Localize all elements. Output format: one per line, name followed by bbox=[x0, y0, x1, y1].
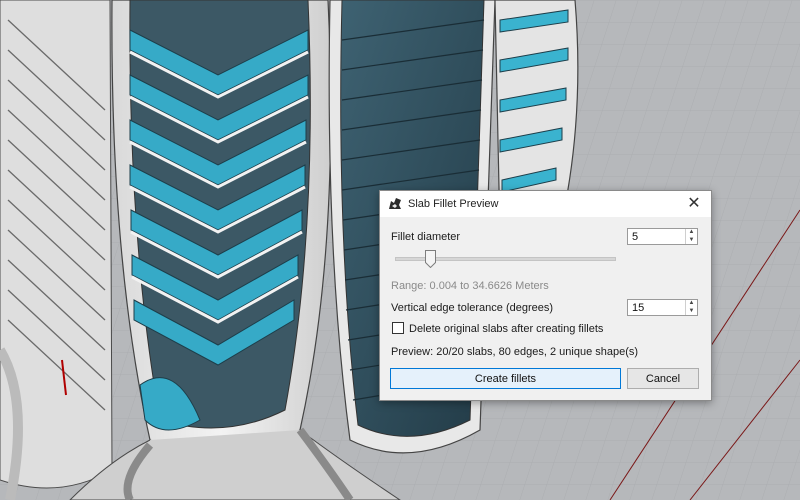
spin-up-icon[interactable]: ▲ bbox=[686, 300, 697, 307]
spin-down-icon[interactable]: ▼ bbox=[686, 237, 697, 244]
preview-status-text: Preview: 20/20 slabs, 80 edges, 2 unique… bbox=[391, 346, 639, 358]
fillet-diameter-stepper[interactable]: ▲ ▼ bbox=[627, 228, 698, 245]
spin-up-icon[interactable]: ▲ bbox=[686, 229, 697, 236]
vertical-tolerance-label: Vertical edge tolerance (degrees) bbox=[391, 302, 554, 314]
rhino-app-icon bbox=[389, 198, 401, 209]
slider-thumb-icon[interactable] bbox=[425, 250, 437, 268]
dialog-title: Slab Fillet Preview bbox=[408, 198, 499, 210]
delete-original-checkbox[interactable] bbox=[392, 322, 404, 334]
fillet-diameter-label: Fillet diameter bbox=[391, 231, 461, 243]
cancel-button[interactable]: Cancel bbox=[627, 368, 699, 389]
spin-down-icon[interactable]: ▼ bbox=[686, 308, 697, 315]
vertical-tolerance-stepper[interactable]: ▲ ▼ bbox=[627, 299, 698, 316]
range-text: Range: 0.004 to 34.6626 Meters bbox=[391, 280, 549, 292]
close-icon[interactable]: ✕ bbox=[685, 195, 703, 213]
delete-original-label: Delete original slabs after creating fil… bbox=[409, 323, 604, 335]
create-fillets-button[interactable]: Create fillets bbox=[390, 368, 621, 389]
dialog-titlebar[interactable]: Slab Fillet Preview ✕ bbox=[380, 191, 711, 217]
